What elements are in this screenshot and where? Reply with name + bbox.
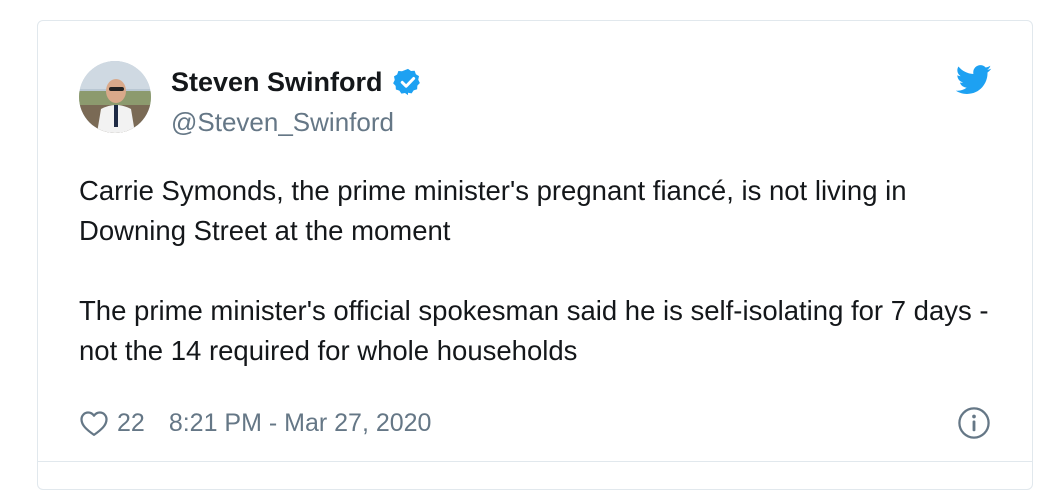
tweet-footer: 22 8:21 PM - Mar 27, 2020 [79, 403, 999, 443]
heart-icon[interactable] [79, 409, 109, 437]
avatar-image [79, 61, 151, 133]
tweet-text-paragraph-1: Carrie Symonds, the prime minister's pre… [79, 175, 907, 246]
verified-badge-icon [392, 67, 423, 97]
tweet-timestamp[interactable]: 8:21 PM - Mar 27, 2020 [169, 409, 432, 438]
author-name[interactable]: Steven Swinford [171, 65, 383, 99]
info-icon[interactable] [957, 406, 991, 440]
tweet-text: Carrie Symonds, the prime minister's pre… [79, 171, 999, 371]
divider [38, 461, 1032, 462]
avatar[interactable] [79, 61, 151, 133]
author-handle[interactable]: @Steven_Swinford [171, 105, 394, 139]
tweet-text-paragraph-2: The prime minister's official spokesman … [79, 295, 989, 366]
twitter-bird-icon[interactable] [955, 65, 992, 95]
tweet-card: Steven Swinford @Steven_Swinford Carrie … [37, 20, 1033, 490]
author-name-row[interactable]: Steven Swinford [171, 65, 423, 99]
like-count[interactable]: 22 [117, 409, 145, 438]
